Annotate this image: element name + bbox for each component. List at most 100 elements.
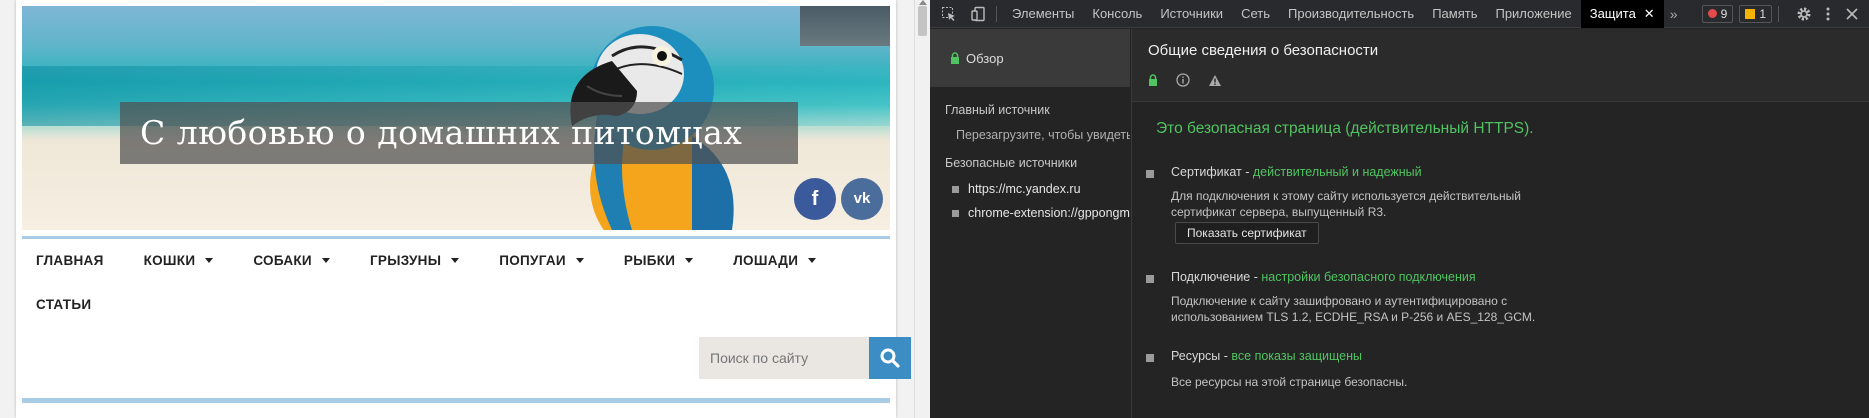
main-origin-heading: Главный источник <box>945 103 1050 117</box>
origin-square-icon <box>952 185 959 193</box>
tab-performance[interactable]: Производительность <box>1279 0 1423 28</box>
close-tab-icon[interactable]: ✕ <box>1644 6 1655 21</box>
warning-count: 1 <box>1759 6 1766 21</box>
kebab-menu-icon[interactable] <box>1817 3 1839 25</box>
warning-triangle-icon <box>1209 74 1221 86</box>
view-certificate-button[interactable]: Показать сертификат <box>1175 222 1319 244</box>
nav-row-2: СТАТЬИ <box>22 282 890 326</box>
tab-console[interactable]: Консоль <box>1083 0 1151 28</box>
nav-item-label: ГРЫЗУНЫ <box>369 253 442 268</box>
site-search <box>699 337 911 379</box>
overview-header: Общие сведения о безопасности <box>1132 29 1869 102</box>
nav-item-home[interactable]: ГЛАВНАЯ <box>36 253 104 268</box>
certificate-description: Для подключения к этому сайту использует… <box>1171 188 1521 220</box>
resources-status: все показы защищены <box>1231 349 1362 363</box>
search-button[interactable] <box>869 337 911 379</box>
tab-security[interactable]: Защита ✕ <box>1580 0 1664 28</box>
certificate-line-2: сертификат сервера, выпущенный R3. <box>1171 205 1387 219</box>
nav-item-fish[interactable]: РЫБКИ <box>623 253 694 268</box>
warning-icon <box>1745 8 1756 19</box>
origin-square-icon <box>952 209 959 217</box>
nav-item-label: ПОПУГАИ <box>499 253 566 268</box>
connection-line-2: использованием TLS 1.2, ECDHE_RSA и P-25… <box>1171 310 1536 324</box>
caret-down-icon <box>685 258 694 263</box>
security-state-icons <box>1148 73 1222 87</box>
security-overview: Общие сведения о безопасности Это безопа… <box>1131 29 1869 418</box>
nav-item-horses[interactable]: ЛОШАДИ <box>733 253 817 268</box>
section-bullet-icon <box>1146 275 1154 283</box>
connection-description: Подключение к сайту зашифровано и аутент… <box>1171 293 1535 325</box>
website-viewport: С любовью о домашних питомцах f vk ГЛАВН… <box>0 0 914 418</box>
tab-application[interactable]: Приложение <box>1486 0 1580 28</box>
search-input[interactable] <box>699 337 869 379</box>
nav-item-label: СТАТЬИ <box>36 296 92 312</box>
error-count-badge[interactable]: 9 <box>1701 4 1734 23</box>
tab-elements[interactable]: Элементы <box>1003 0 1083 28</box>
certificate-title: Сертификат - действительный и надежный <box>1171 165 1422 179</box>
resources-label: Ресурсы <box>1171 349 1221 363</box>
nav-item-label: РЫБКИ <box>623 253 676 268</box>
vk-button[interactable]: vk <box>841 178 883 220</box>
nav-row-1: ГЛАВНАЯ КОШКИ СОБАКИ ГРЫЗУНЫ ПОПУГАИ РЫБ… <box>22 239 890 282</box>
resources-title: Ресурсы - все показы защищены <box>1171 349 1362 363</box>
nav-item-rodents[interactable]: ГРЫЗУНЫ <box>369 253 460 268</box>
secure-lock-icon <box>1149 74 1157 86</box>
tab-sources[interactable]: Источники <box>1151 0 1232 28</box>
warning-count-badge[interactable]: 1 <box>1739 4 1772 23</box>
sidebar-overview-label: Обзор <box>966 50 1004 66</box>
page-scrollbar[interactable] <box>914 0 930 418</box>
info-icon <box>1176 73 1190 87</box>
connection-status[interactable]: настройки безопасного подключения <box>1261 270 1475 284</box>
screen: С любовью о домашних питомцах f vk ГЛАВН… <box>0 0 1869 418</box>
more-tabs-icon[interactable]: » <box>1664 6 1684 22</box>
devtools-tabbar: Элементы Консоль Источники Сеть Производ… <box>930 0 1869 28</box>
nav-item-label: СОБАКИ <box>253 253 312 268</box>
page-container: С любовью о домашних питомцах f vk ГЛАВН… <box>16 0 911 418</box>
certificate-label: Сертификат <box>1171 165 1242 179</box>
device-toolbar-icon[interactable] <box>968 3 990 25</box>
error-icon <box>1707 9 1717 18</box>
resources-description: Все ресурсы на этой странице безопасны. <box>1171 374 1407 390</box>
security-sidebar: Обзор Главный источник Перезагрузите, чт… <box>930 29 1130 418</box>
inspect-element-icon[interactable] <box>938 3 960 25</box>
connection-line-1: Подключение к сайту зашифровано и аутент… <box>1171 294 1508 308</box>
nav-item-cats[interactable]: КОШКИ <box>144 253 214 268</box>
nav-item-label: ЛОШАДИ <box>733 253 799 268</box>
section-bullet-icon <box>1146 170 1154 178</box>
caret-down-icon <box>321 258 330 263</box>
caret-down-icon <box>205 258 214 263</box>
nav-item-articles[interactable]: СТАТЬИ <box>36 297 91 312</box>
error-count: 9 <box>1720 6 1728 21</box>
overview-title: Общие сведения о безопасности <box>1148 42 1379 59</box>
certificate-line-1: Для подключения к этому сайту использует… <box>1171 189 1521 203</box>
nav-item-label: КОШКИ <box>143 253 196 268</box>
content-divider <box>22 398 890 403</box>
site-title[interactable]: С любовью о домашних питомцах <box>120 102 798 164</box>
certificate-status: действительный и надежный <box>1252 165 1422 179</box>
main-origin-hint: Перезагрузите, чтобы увидеть подробные с… <box>956 128 1130 142</box>
origin-label: https://mc.yandex.ru <box>968 182 1081 196</box>
caret-down-icon <box>451 258 460 263</box>
tab-memory[interactable]: Память <box>1423 0 1486 28</box>
close-devtools-icon[interactable] <box>1841 3 1863 25</box>
lock-icon <box>951 52 959 64</box>
toolbar-separator <box>1778 5 1779 22</box>
sidebar-item-origin[interactable]: chrome-extension://gppongmhjkpfnbhagpmjf… <box>930 206 1130 220</box>
facebook-button[interactable]: f <box>794 178 836 220</box>
main-navigation: ГЛАВНАЯ КОШКИ СОБАКИ ГРЫЗУНЫ ПОПУГАИ РЫБ… <box>22 236 890 326</box>
header-banner: С любовью о домашних питомцах f vk <box>22 6 890 230</box>
nav-item-label: ГЛАВНАЯ <box>36 253 104 268</box>
connection-label: Подключение <box>1171 270 1251 284</box>
settings-gear-icon[interactable] <box>1793 3 1815 25</box>
tab-security-label: Защита <box>1589 5 1636 21</box>
sidebar-item-overview[interactable]: Обзор <box>930 29 1130 87</box>
origin-label: chrome-extension://gppongmhjkpfnbhagpmjf… <box>968 206 1130 220</box>
scrollbar-thumb[interactable] <box>918 6 927 36</box>
nav-item-dogs[interactable]: СОБАКИ <box>253 253 330 268</box>
section-bullet-icon <box>1146 354 1154 362</box>
scroll-up-icon[interactable] <box>919 0 927 5</box>
nav-item-parrots[interactable]: ПОПУГАИ <box>499 253 584 268</box>
sidebar-item-origin[interactable]: https://mc.yandex.ru <box>930 182 1130 196</box>
secure-origins-heading: Безопасные источники <box>945 156 1078 170</box>
tab-network[interactable]: Сеть <box>1232 0 1279 28</box>
